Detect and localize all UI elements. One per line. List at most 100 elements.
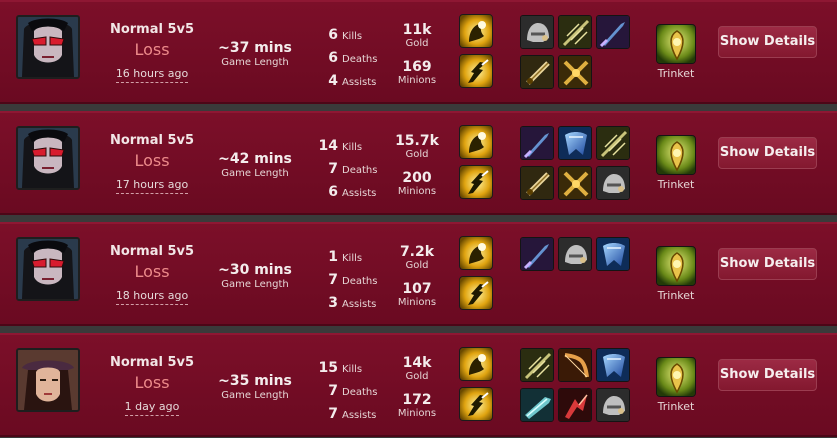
cape-icon[interactable] xyxy=(558,126,592,160)
game-length: ~37 mins Game Length xyxy=(205,40,305,69)
queue-type: Normal 5v5 xyxy=(109,22,195,37)
assists-label: Assists xyxy=(342,188,377,199)
summoner-spells xyxy=(459,347,495,427)
assists-value: 6 xyxy=(328,184,338,200)
kda: 14 Kills 7 Deaths 6 Assists xyxy=(300,133,380,202)
bow-icon[interactable] xyxy=(558,15,592,49)
deaths-value: 6 xyxy=(328,50,338,66)
bloodthirster-icon[interactable] xyxy=(520,166,554,200)
cape-icon[interactable] xyxy=(596,348,630,382)
queue-type: Normal 5v5 xyxy=(109,355,195,370)
flash-icon[interactable] xyxy=(459,165,493,199)
claw-icon[interactable] xyxy=(558,388,592,422)
show-details-button[interactable]: Show Details xyxy=(718,137,817,169)
trinket-slot: Trinket xyxy=(650,357,702,413)
kda: 1 Kills 7 Deaths 3 Assists xyxy=(300,244,380,313)
summoner-spells xyxy=(459,236,495,316)
trinket-label: Trinket xyxy=(657,289,695,302)
match-meta: Normal 5v5 Loss 1 day ago xyxy=(100,355,204,416)
vayne-portrait-icon xyxy=(18,128,78,188)
helmet-icon[interactable] xyxy=(596,388,630,422)
item-build xyxy=(520,348,634,428)
flash-icon[interactable] xyxy=(459,387,493,421)
blade-icon[interactable] xyxy=(520,237,554,271)
game-length-label: Game Length xyxy=(221,57,289,68)
minions-value: 200 xyxy=(402,170,432,186)
assists-label: Assists xyxy=(342,77,377,88)
crossed-swords-icon[interactable] xyxy=(558,55,592,89)
queue-type: Normal 5v5 xyxy=(109,244,195,259)
minions-label: Minions xyxy=(397,408,437,419)
gold-label: Gold xyxy=(405,149,429,160)
blade-icon[interactable] xyxy=(520,126,554,160)
heal-icon[interactable] xyxy=(459,347,493,381)
queue-type: Normal 5v5 xyxy=(109,133,195,148)
economy-stats: 11k Gold 169 Minions xyxy=(384,22,450,87)
champion-portrait xyxy=(16,126,80,190)
time-ago[interactable]: 1 day ago xyxy=(124,400,180,416)
match-row: Normal 5v5 Loss 17 hours ago ~42 mins Ga… xyxy=(0,111,837,215)
flash-icon[interactable] xyxy=(459,54,493,88)
crossed-swords-icon[interactable] xyxy=(558,166,592,200)
economy-stats: 14k Gold 172 Minions xyxy=(384,355,450,420)
warding-totem-icon[interactable] xyxy=(656,135,696,175)
flash-icon[interactable] xyxy=(459,276,493,310)
heal-icon[interactable] xyxy=(459,14,493,48)
cape-icon[interactable] xyxy=(596,237,630,271)
time-ago[interactable]: 17 hours ago xyxy=(115,178,189,194)
match-row: Normal 5v5 Loss 18 hours ago ~30 mins Ga… xyxy=(0,222,837,326)
trinket-slot: Trinket xyxy=(650,24,702,80)
bloodthirster-icon[interactable] xyxy=(520,55,554,89)
kills-value: 15 xyxy=(318,360,338,376)
deaths-value: 7 xyxy=(328,272,338,288)
gold-label: Gold xyxy=(405,38,429,49)
helmet-icon[interactable] xyxy=(520,15,554,49)
helmet-icon[interactable] xyxy=(558,237,592,271)
assists-value: 4 xyxy=(328,73,338,89)
sword-icon[interactable] xyxy=(520,388,554,422)
summoner-spells xyxy=(459,125,495,205)
assists-value: 3 xyxy=(328,295,338,311)
economy-stats: 7.2k Gold 107 Minions xyxy=(384,244,450,309)
blade-icon[interactable] xyxy=(596,15,630,49)
time-ago[interactable]: 16 hours ago xyxy=(115,67,189,83)
time-ago[interactable]: 18 hours ago xyxy=(115,289,189,305)
helmet-icon[interactable] xyxy=(596,166,630,200)
minions-label: Minions xyxy=(397,75,437,86)
warding-totem-icon[interactable] xyxy=(656,246,696,286)
game-length-value: ~37 mins xyxy=(218,40,292,56)
match-meta: Normal 5v5 Loss 18 hours ago xyxy=(100,244,204,305)
minions-value: 169 xyxy=(402,59,432,75)
match-row: Normal 5v5 Loss 1 day ago ~35 mins Game … xyxy=(0,333,837,437)
economy-stats: 15.7k Gold 200 Minions xyxy=(384,133,450,198)
bow-icon[interactable] xyxy=(596,126,630,160)
vayne-portrait-icon xyxy=(18,17,78,77)
match-meta: Normal 5v5 Loss 17 hours ago xyxy=(100,133,204,194)
assists-label: Assists xyxy=(342,410,377,421)
show-details-button[interactable]: Show Details xyxy=(718,359,817,391)
trinket-slot: Trinket xyxy=(650,135,702,191)
show-details-button[interactable]: Show Details xyxy=(718,248,817,280)
match-row: Normal 5v5 Loss 16 hours ago ~37 mins Ga… xyxy=(0,0,837,104)
minions-value: 107 xyxy=(402,281,432,297)
item-build xyxy=(520,126,634,206)
heal-icon[interactable] xyxy=(459,125,493,159)
kills-value: 1 xyxy=(328,249,338,265)
gold-value: 7.2k xyxy=(399,244,435,260)
bow-icon[interactable] xyxy=(520,348,554,382)
deaths-value: 7 xyxy=(328,161,338,177)
gold-value: 15.7k xyxy=(395,133,439,149)
trinket-label: Trinket xyxy=(657,67,695,80)
longbow-icon[interactable] xyxy=(558,348,592,382)
kda: 15 Kills 7 Deaths 7 Assists xyxy=(300,355,380,424)
warding-totem-icon[interactable] xyxy=(656,357,696,397)
game-length: ~42 mins Game Length xyxy=(205,151,305,180)
game-length-label: Game Length xyxy=(221,279,289,290)
heal-icon[interactable] xyxy=(459,236,493,270)
assists-label: Assists xyxy=(342,299,377,310)
minions-value: 172 xyxy=(402,392,432,408)
kda: 6 Kills 6 Deaths 4 Assists xyxy=(300,22,380,91)
warding-totem-icon[interactable] xyxy=(656,24,696,64)
show-details-button[interactable]: Show Details xyxy=(718,26,817,58)
game-length-value: ~30 mins xyxy=(218,262,292,278)
